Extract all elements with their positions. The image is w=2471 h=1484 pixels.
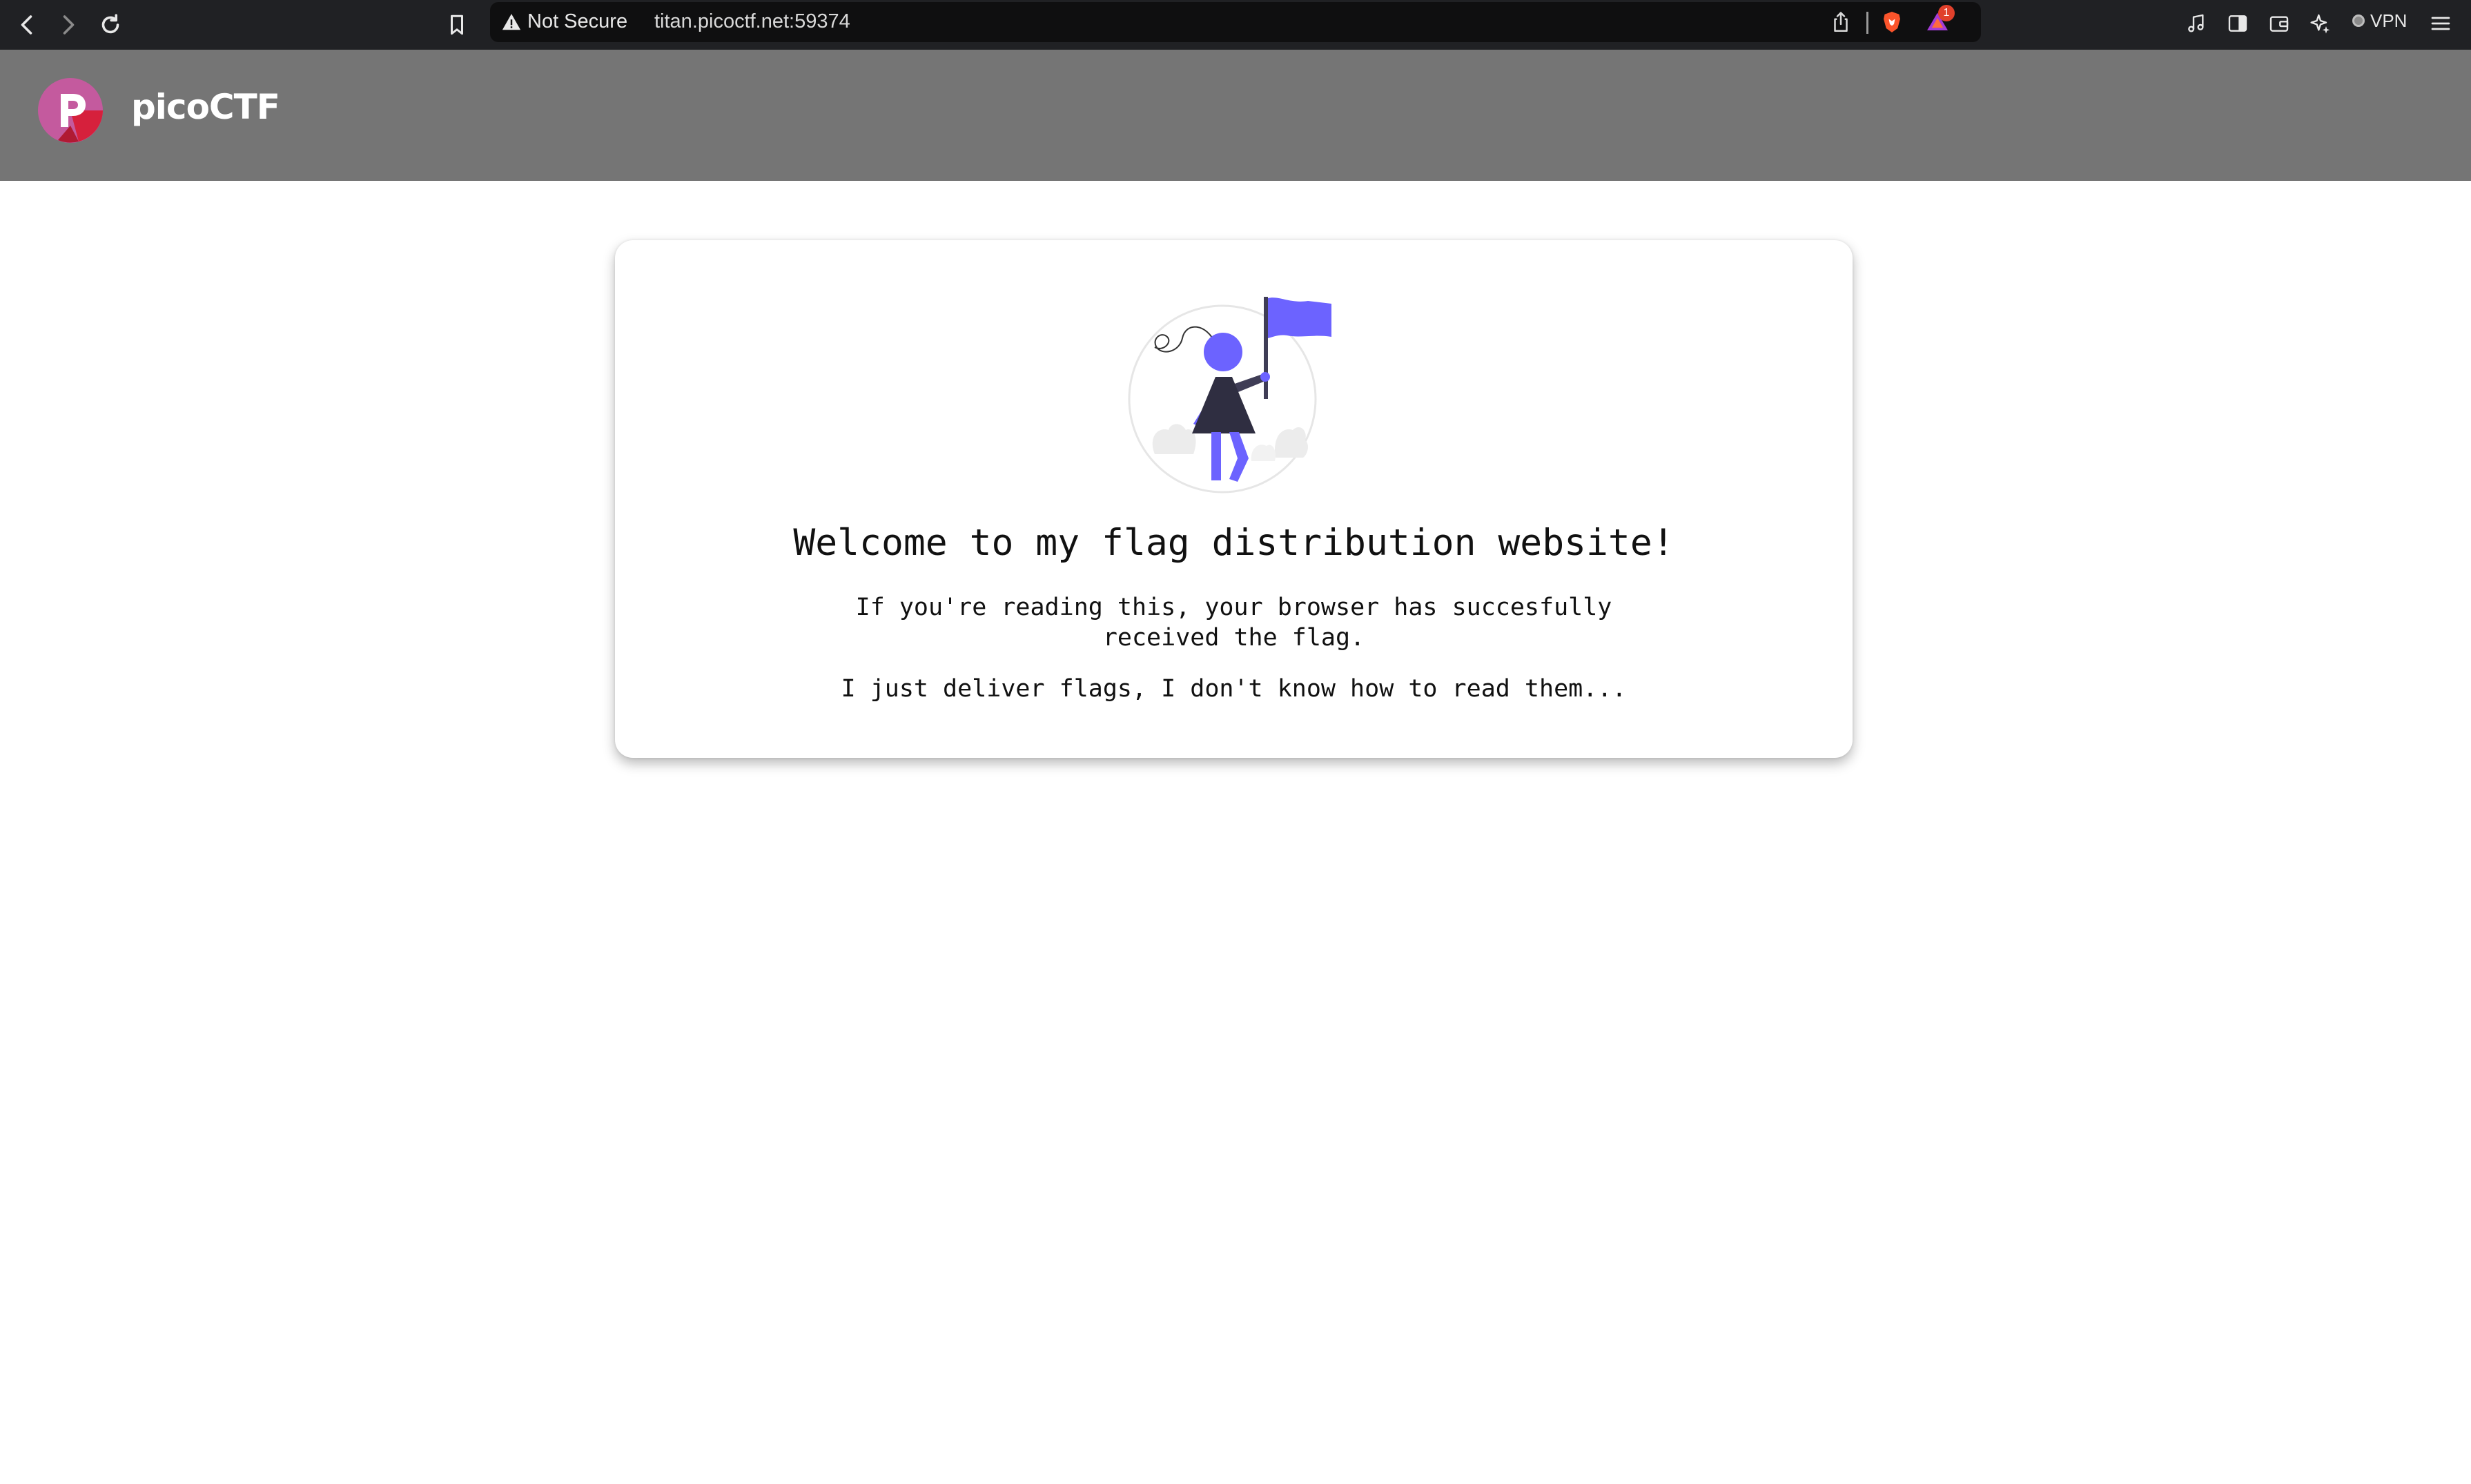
site-header: picoCTF [0, 50, 2471, 181]
chevron-right-icon [63, 15, 75, 35]
share-icon [1834, 12, 1848, 32]
address-bar[interactable]: Not Secure titan.picoctf.net:59374 1 [490, 2, 1981, 42]
bookmark-button[interactable] [438, 6, 476, 44]
warning-triangle-icon [502, 14, 521, 30]
brand-name[interactable]: picoCTF [131, 87, 280, 127]
hamburger-menu-icon [2431, 17, 2450, 30]
brave-shields-button[interactable] [1879, 9, 1905, 35]
success-message-line-2: received the flag. [1102, 624, 1365, 652]
share-button[interactable] [1828, 9, 1854, 35]
main-menu-button[interactable] [2425, 8, 2456, 39]
forward-button[interactable] [48, 6, 87, 44]
music-note-icon [2188, 14, 2204, 32]
reload-icon [101, 14, 119, 34]
wallet-button[interactable] [2264, 8, 2294, 39]
browser-toolbar: Not Secure titan.picoctf.net:59374 1 VPN [0, 0, 2471, 50]
welcome-heading: Welcome to my flag distribution website! [793, 522, 1674, 564]
success-message-line-1: If you're reading this, your browser has… [855, 594, 1612, 621]
address-divider [1866, 12, 1868, 34]
leo-sparkle-icon [2310, 14, 2330, 34]
welcome-card: Welcome to my flag distribution website!… [615, 240, 1853, 758]
bookmark-icon [451, 14, 463, 35]
sidebar-button[interactable] [2223, 8, 2253, 39]
security-label[interactable]: Not Secure [527, 10, 627, 33]
sidebar-icon [2228, 15, 2247, 32]
notification-badge: 1 [1938, 5, 1955, 21]
deliver-message: I just deliver flags, I don't know how t… [841, 675, 1627, 703]
url-text[interactable]: titan.picoctf.net:59374 [654, 10, 850, 33]
back-button[interactable] [8, 6, 47, 44]
vpn-status-icon [2352, 14, 2365, 27]
brave-shield-icon [1884, 12, 1900, 32]
leo-button[interactable] [2305, 8, 2336, 39]
picoctf-logo[interactable] [37, 77, 104, 144]
flag-girl-illustration [1128, 297, 1331, 494]
success-message: If you're reading this, your browser has… [615, 592, 1853, 653]
media-button[interactable] [2181, 8, 2211, 39]
vpn-label: VPN [2370, 10, 2407, 31]
vpn-button[interactable]: VPN [2344, 6, 2415, 35]
reload-button[interactable] [91, 6, 130, 44]
chevron-left-icon [21, 15, 32, 35]
wallet-icon [2269, 16, 2289, 32]
